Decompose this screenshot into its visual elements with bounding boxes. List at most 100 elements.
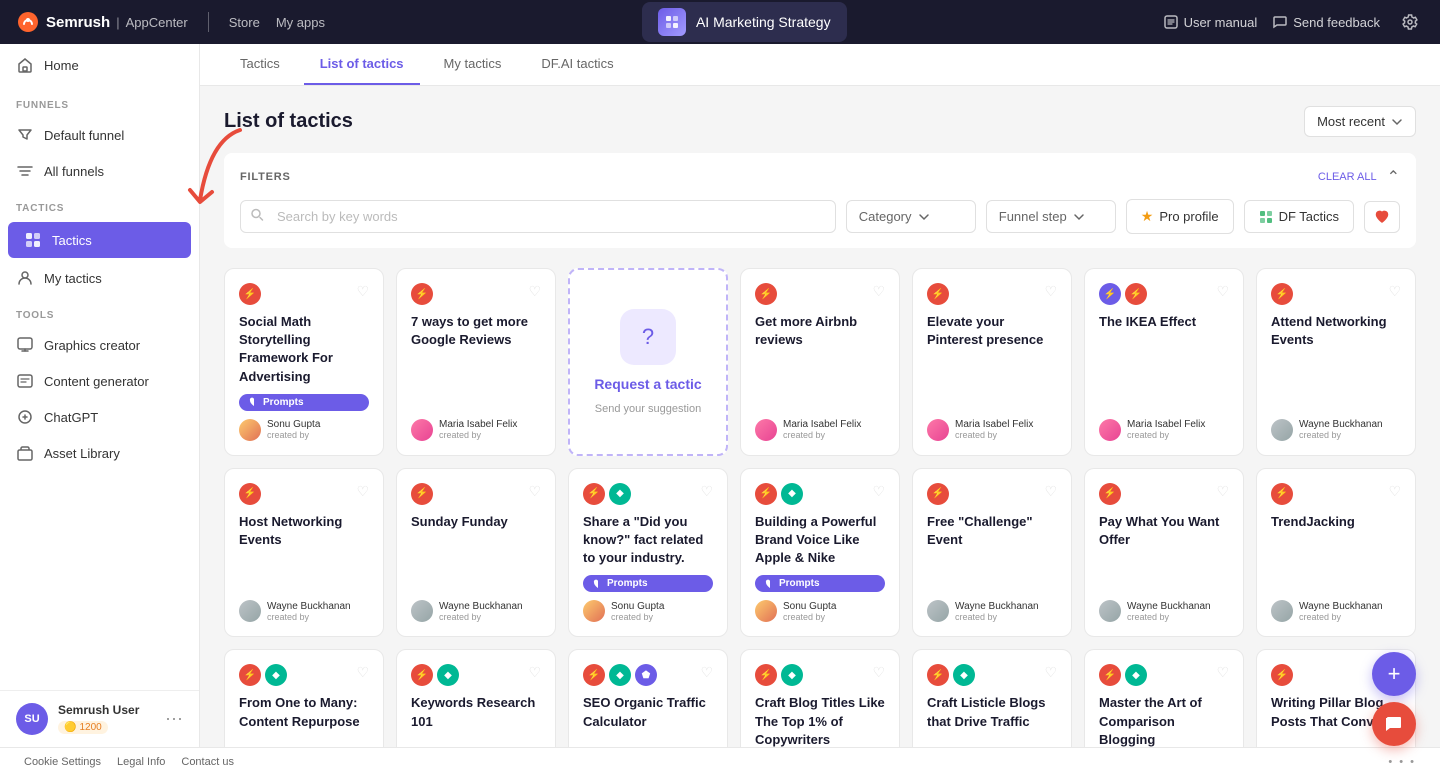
nav-myapps-link[interactable]: My apps: [276, 15, 325, 30]
sidebar-item-graphics-creator[interactable]: Graphics creator: [0, 327, 199, 363]
user-more-menu[interactable]: ⋯: [165, 709, 183, 730]
sidebar-item-chatgpt[interactable]: ChatGPT: [0, 399, 199, 435]
tactic-card-12[interactable]: ⚡ ♡ Free "Challenge" Event Wayne Buckhan…: [912, 468, 1072, 638]
sidebar-item-default-funnel[interactable]: Default funnel: [0, 117, 199, 153]
legal-info-link[interactable]: Legal Info: [117, 756, 165, 768]
card-favorite-btn[interactable]: ♡: [1216, 664, 1229, 681]
sidebar-item-home[interactable]: Home: [0, 44, 199, 86]
tactic-card-2[interactable]: ⚡ ♡ 7 ways to get more Google Reviews Ma…: [396, 268, 556, 456]
card-badges: ⚡: [927, 483, 949, 505]
tactic-card-17[interactable]: ⚡ ◆ ⬟ ♡ SEO Organic Traffic Calculator c…: [568, 649, 728, 747]
tactic-card-13[interactable]: ⚡ ♡ Pay What You Want Offer Wayne Buckha…: [1084, 468, 1244, 638]
funnels-section-label: FUNNELS: [0, 86, 199, 117]
card-title-10: Share a "Did you know?" fact related to …: [583, 513, 713, 568]
request-title: Request a tactic: [594, 375, 701, 393]
asset-library-label: Asset Library: [44, 446, 120, 461]
author-avatar: [927, 600, 949, 622]
created-by-label: created by: [611, 612, 664, 622]
card-favorite-btn[interactable]: ♡: [1388, 483, 1401, 500]
card-header: ⚡ ♡: [1099, 483, 1229, 505]
tactic-card-11[interactable]: ⚡ ◆ ♡ Building a Powerful Brand Voice Li…: [740, 468, 900, 638]
favorites-btn[interactable]: [1364, 201, 1400, 233]
nav-store-link[interactable]: Store: [229, 15, 260, 30]
card-favorite-btn[interactable]: ♡: [872, 664, 885, 681]
user-manual-btn[interactable]: User manual: [1164, 15, 1258, 30]
add-fab-button[interactable]: +: [1372, 652, 1416, 696]
tactic-card-1[interactable]: ⚡ ♡ Social Math Storytelling Framework F…: [224, 268, 384, 456]
search-input[interactable]: [240, 200, 836, 233]
sidebar-item-all-funnels[interactable]: All funnels: [0, 153, 199, 189]
clear-all-btn[interactable]: CLEAR ALL: [1318, 171, 1377, 183]
card-favorite-btn[interactable]: ♡: [1044, 483, 1057, 500]
card-favorite-btn[interactable]: ♡: [356, 283, 369, 300]
category-label: Category: [859, 209, 912, 224]
cookie-settings-link[interactable]: Cookie Settings: [24, 756, 101, 768]
all-funnels-label: All funnels: [44, 164, 104, 179]
author-info: Maria Isabel Felix created by: [783, 419, 861, 440]
pro-profile-btn[interactable]: ★ Pro profile: [1126, 199, 1234, 234]
sort-dropdown[interactable]: Most recent: [1304, 106, 1416, 137]
tactic-card-7[interactable]: ⚡ ♡ Attend Networking Events Wayne Buckh…: [1256, 268, 1416, 456]
asset-library-icon: [16, 444, 34, 462]
sidebar-item-asset-library[interactable]: Asset Library: [0, 435, 199, 471]
tactic-card-8[interactable]: ⚡ ♡ Host Networking Events Wayne Buckhan…: [224, 468, 384, 638]
request-tactic-card[interactable]: ? Request a tactic Send your suggestion: [568, 268, 728, 456]
card-favorite-btn[interactable]: ♡: [872, 283, 885, 300]
contact-us-link[interactable]: Contact us: [181, 756, 234, 768]
card-title-16: Keywords Research 101: [411, 694, 541, 730]
sidebar-item-content-generator[interactable]: Content generator: [0, 363, 199, 399]
top-navigation: Semrush | AppCenter Store My apps AI Mar…: [0, 0, 1440, 44]
tab-my-tactics[interactable]: My tactics: [428, 44, 518, 85]
tab-tactics[interactable]: Tactics: [224, 44, 296, 85]
author-avatar: [1271, 600, 1293, 622]
card-favorite-btn[interactable]: ♡: [528, 483, 541, 500]
card-favorite-btn[interactable]: ♡: [872, 483, 885, 500]
tactic-card-16[interactable]: ⚡ ◆ ♡ Keywords Research 101 created by: [396, 649, 556, 747]
tab-df-ai-tactics[interactable]: DF.AI tactics: [525, 44, 629, 85]
card-favorite-btn[interactable]: ♡: [1216, 283, 1229, 300]
card-favorite-btn[interactable]: ♡: [700, 483, 713, 500]
category-filter[interactable]: Category: [846, 200, 976, 233]
df-tactics-btn[interactable]: DF Tactics: [1244, 200, 1354, 233]
tactic-card-19[interactable]: ⚡ ◆ ♡ Craft Listicle Blogs that Drive Tr…: [912, 649, 1072, 747]
card-favorite-btn[interactable]: ♡: [356, 664, 369, 681]
badge-teal: ◆: [609, 664, 631, 686]
tab-list-of-tactics[interactable]: List of tactics: [304, 44, 420, 85]
collapse-filters-btn[interactable]: ⌃: [1387, 167, 1400, 187]
sidebar-item-my-tactics[interactable]: My tactics: [0, 260, 199, 296]
author-info: Maria Isabel Felix created by: [1127, 419, 1205, 440]
card-favorite-btn[interactable]: ♡: [1044, 664, 1057, 681]
card-favorite-btn[interactable]: ♡: [528, 283, 541, 300]
bottom-bar: Cookie Settings Legal Info Contact us • …: [0, 747, 1440, 776]
tactic-card-18[interactable]: ⚡ ◆ ♡ Craft Blog Titles Like The Top 1% …: [740, 649, 900, 747]
author-name: Wayne Buckhanan: [1127, 601, 1211, 612]
tactic-card-20[interactable]: ⚡ ◆ ♡ Master the Art of Comparison Blogg…: [1084, 649, 1244, 747]
settings-icon[interactable]: [1396, 8, 1424, 36]
card-favorite-btn[interactable]: ♡: [356, 483, 369, 500]
tactic-card-14[interactable]: ⚡ ♡ TrendJacking Wayne Buckhanan created…: [1256, 468, 1416, 638]
tactic-card-6[interactable]: ⚡ ⚡ ♡ The IKEA Effect Maria Isabel Felix…: [1084, 268, 1244, 456]
tactic-card-9[interactable]: ⚡ ♡ Sunday Funday Wayne Buckhanan create…: [396, 468, 556, 638]
card-footer: Maria Isabel Felix created by: [1099, 419, 1229, 441]
funnel-step-filter[interactable]: Funnel step: [986, 200, 1116, 233]
badge-teal: ◆: [265, 664, 287, 686]
sidebar-item-tactics[interactable]: Tactics: [8, 222, 191, 258]
card-footer: Maria Isabel Felix created by: [927, 419, 1057, 441]
app-title-text: AI Marketing Strategy: [696, 14, 831, 30]
tactic-card-10[interactable]: ⚡ ◆ ♡ Share a "Did you know?" fact relat…: [568, 468, 728, 638]
chat-fab-button[interactable]: [1372, 702, 1416, 746]
tactic-card-15[interactable]: ⚡ ◆ ♡ From One to Many: Content Repurpos…: [224, 649, 384, 747]
author-info: Wayne Buckhanan created by: [1299, 419, 1383, 440]
send-feedback-btn[interactable]: Send feedback: [1273, 15, 1380, 30]
card-favorite-btn[interactable]: ♡: [1216, 483, 1229, 500]
card-favorite-btn[interactable]: ♡: [528, 664, 541, 681]
badge-purple: ⚡: [1099, 283, 1121, 305]
card-favorite-btn[interactable]: ♡: [1388, 283, 1401, 300]
card-badges: ⚡: [755, 283, 777, 305]
card-favorite-btn[interactable]: ♡: [700, 664, 713, 681]
semrush-logo[interactable]: Semrush | AppCenter: [16, 10, 188, 34]
tactic-card-5[interactable]: ⚡ ♡ Elevate your Pinterest presence Mari…: [912, 268, 1072, 456]
tactic-card-4[interactable]: ⚡ ♡ Get more Airbnb reviews Maria Isabel…: [740, 268, 900, 456]
card-footer: Wayne Buckhanan created by: [1099, 600, 1229, 622]
card-favorite-btn[interactable]: ♡: [1044, 283, 1057, 300]
